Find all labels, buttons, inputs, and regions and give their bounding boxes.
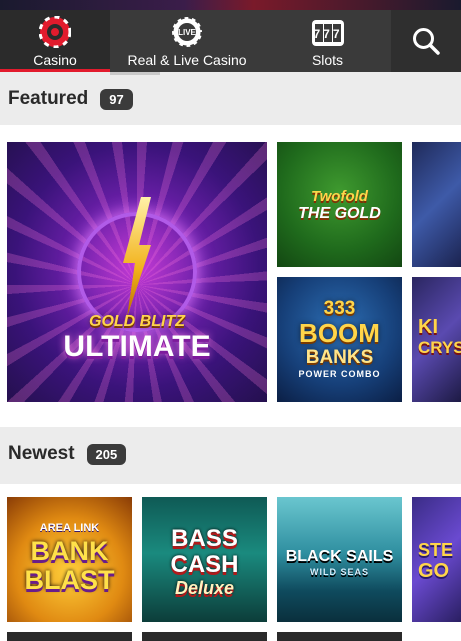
nav-scroll-indicator (110, 72, 160, 75)
tab-casino-label: Casino (33, 52, 77, 68)
game-art-line-2: GO (418, 560, 450, 582)
game-art-line-1: Twofold (311, 188, 368, 205)
game-art-line-1: BASS (171, 525, 238, 552)
game-art-line-3: Deluxe (174, 578, 235, 598)
section-title-newest: Newest (8, 443, 75, 464)
slot-machine-icon: 777 (311, 20, 344, 46)
game-art-line-1: STE (418, 540, 454, 560)
game-art-line-2: BOOM (299, 318, 380, 348)
tab-slots[interactable]: 777 Slots (264, 10, 391, 72)
game-art-line-1: BLACK SAILS (285, 548, 394, 565)
game-tile-partial[interactable] (412, 142, 461, 267)
game-tile-partial[interactable] (7, 632, 132, 641)
game-tile-black-sails[interactable]: BLACK SAILS WILD SEAS (277, 497, 402, 622)
tab-slots-label: Slots (311, 52, 344, 68)
game-art-title: 333 BOOM BANKS POWER COMBO (277, 299, 402, 379)
game-art-pre: AREA LINK (39, 522, 100, 534)
featured-count-badge: 97 (100, 88, 133, 110)
game-art-title: BASS CASH Deluxe (142, 525, 267, 598)
game-art-title: AREA LINK BANK BLAST (7, 523, 132, 594)
game-art-line-2: CRYS (418, 338, 461, 357)
game-tile-bass-cash-deluxe[interactable]: BASS CASH Deluxe (142, 497, 267, 622)
game-art-title: BLACK SAILS WILD SEAS (277, 549, 402, 577)
top-banner-strip (0, 0, 461, 10)
game-art-title: Twofold THE GOLD (277, 187, 402, 222)
game-tile-twofold-the-gold[interactable]: Twofold THE GOLD (277, 142, 402, 267)
game-art-line-2: THE GOLD (298, 205, 381, 222)
search-icon (413, 28, 440, 55)
game-tile-bank-blast[interactable]: AREA LINK BANK BLAST (7, 497, 132, 622)
game-art-title: KI CRYS (418, 317, 461, 356)
newest-count-badge: 205 (86, 443, 127, 465)
game-art-line-2: CASH (170, 551, 239, 578)
game-art-line-1: KI (418, 316, 438, 338)
game-art-line-3: BANKS (305, 347, 374, 368)
search-button[interactable] (391, 10, 461, 72)
newest-section-header: Newest 205 (8, 443, 127, 465)
next-row-tiles (0, 632, 461, 641)
game-tile-partial[interactable]: STE GO (412, 497, 461, 622)
section-title-featured: Featured (8, 88, 89, 109)
game-art-line-1: 333 (323, 298, 356, 319)
game-tile-gold-blitz-ultimate[interactable]: GOLD BLITZ ULTIMATE (7, 142, 267, 402)
game-art-title: ULTIMATE (63, 330, 211, 363)
game-tile-partial[interactable]: KI CRYS (412, 277, 461, 402)
game-art-line-2: WILD SEAS (309, 567, 369, 577)
top-navigation: Casino LIVE Real & Live Casino 777 Slots (0, 10, 461, 72)
game-tile-partial[interactable] (277, 632, 402, 641)
live-badge-text: LIVE (178, 28, 196, 37)
tab-real-live-casino[interactable]: LIVE Real & Live Casino (110, 10, 264, 72)
featured-section-header: Featured 97 (8, 88, 133, 110)
game-art-line-2: BLAST (24, 565, 115, 595)
tab-casino[interactable]: Casino (0, 10, 110, 72)
tab-real-live-casino-label: Real & Live Casino (127, 52, 247, 68)
game-art-subtitle: GOLD BLITZ (89, 313, 185, 330)
live-chip-icon: LIVE (171, 16, 203, 48)
slot-reels-text: 777 (313, 27, 342, 41)
casino-chip-icon (39, 16, 71, 48)
game-art-line-4: POWER COMBO (298, 369, 381, 379)
game-art-line-1: BANK (30, 536, 109, 566)
game-tile-partial[interactable] (142, 632, 267, 641)
game-art-title: STE GO (418, 541, 461, 581)
game-tile-333-boom-banks[interactable]: 333 BOOM BANKS POWER COMBO (277, 277, 402, 402)
